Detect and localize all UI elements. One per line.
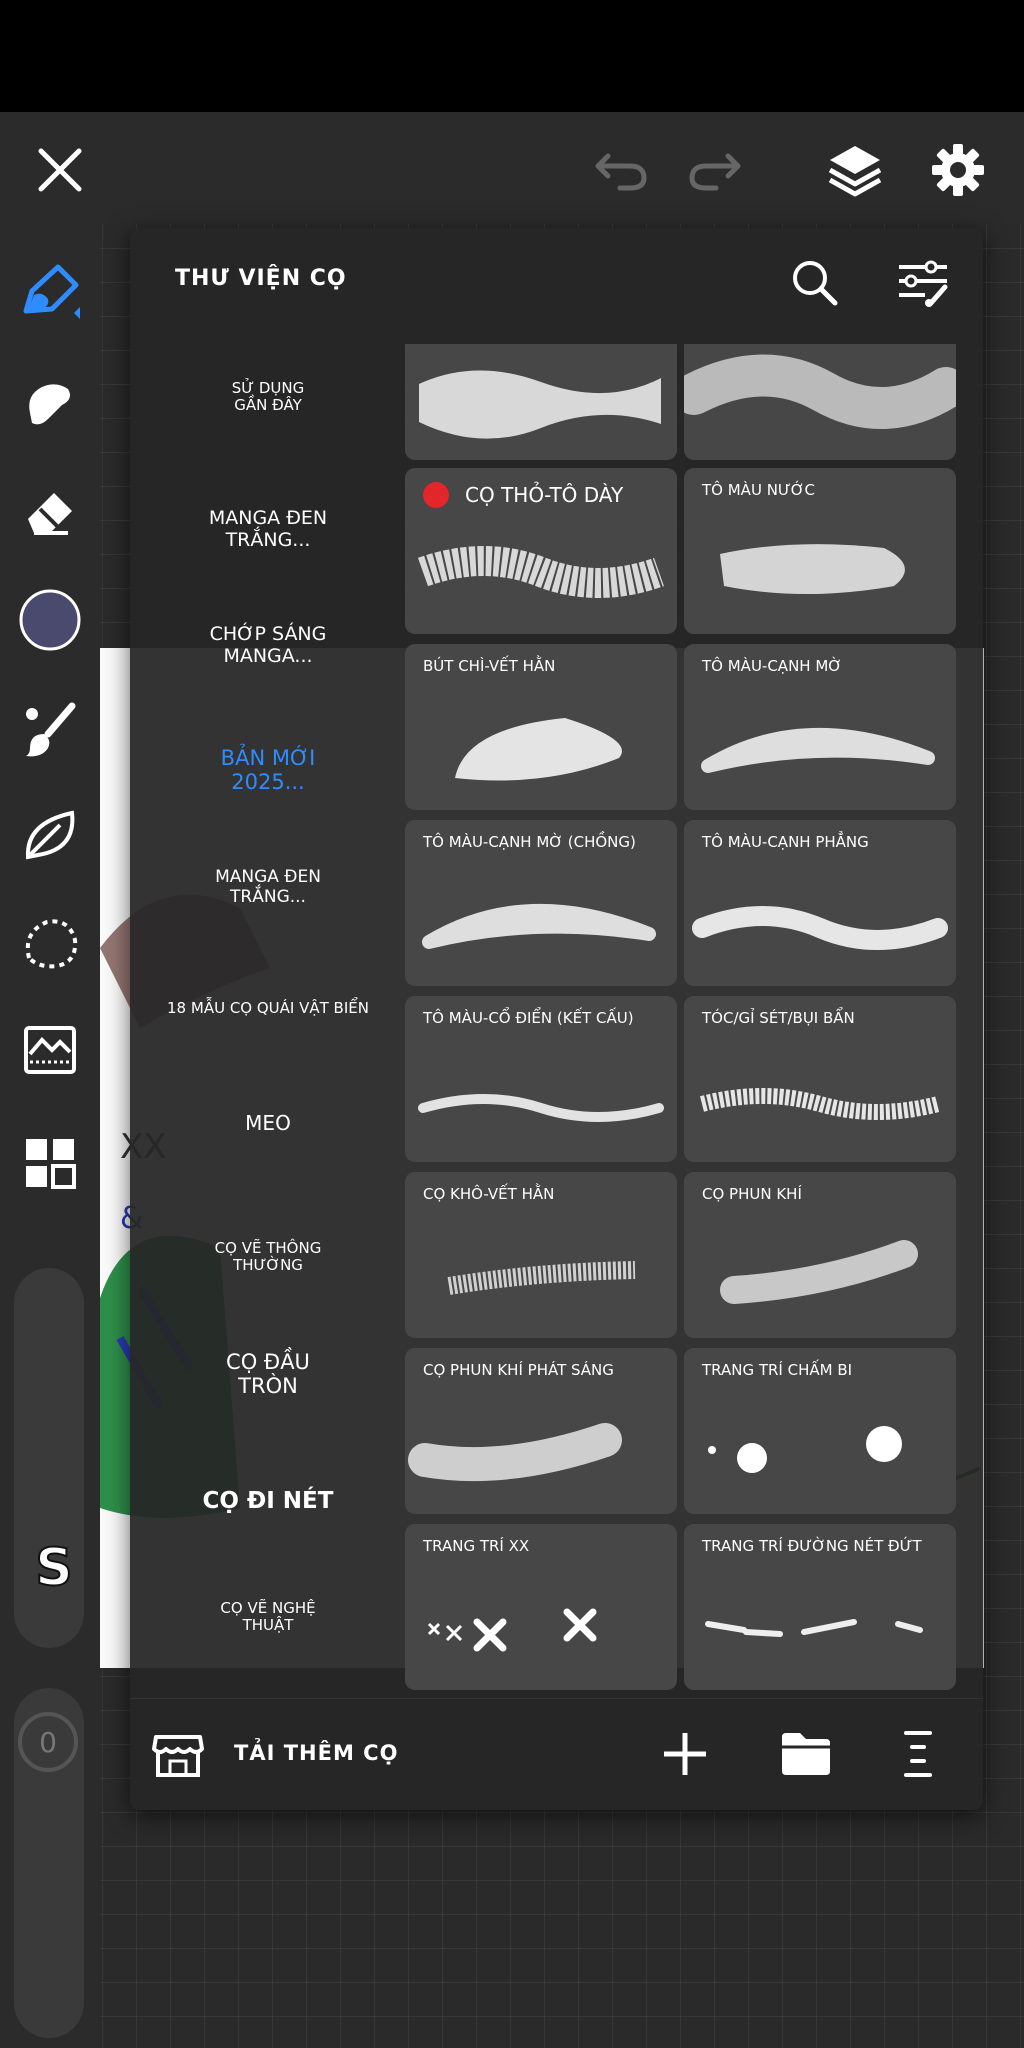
lasso-icon[interactable]	[15, 908, 85, 978]
brush-card[interactable]: TÔ MÀU-CẠNH MỜ (CHỒNG)	[405, 820, 677, 986]
opacity-value: 0	[18, 1712, 78, 1772]
brush-card-label: TÔ MÀU NƯỚC	[702, 481, 815, 499]
filter-icon[interactable]	[15, 1015, 85, 1085]
settings-gear-icon[interactable]	[928, 140, 988, 200]
gallery-icon[interactable]	[15, 1128, 85, 1198]
paint-brush-icon[interactable]	[15, 695, 85, 765]
brush-card[interactable]	[684, 344, 956, 460]
brush-card-label: CỌ PHUN KHÍ PHÁT SÁNG	[423, 1361, 614, 1379]
brush-card[interactable]: CỌ PHUN KHÍ PHÁT SÁNG	[405, 1348, 677, 1514]
leaf-icon[interactable]	[15, 800, 85, 870]
brush-card-label: TRANG TRÍ ĐƯỜNG NÉT ĐỨT	[702, 1537, 922, 1555]
brush-card[interactable]	[405, 344, 677, 460]
eraser-icon[interactable]	[15, 478, 85, 548]
category-item[interactable]: 18 MẪU CỌ QUÁI VẬT BIỂN	[138, 999, 398, 1017]
get-more-brushes-label[interactable]: TẢI THÊM CỌ	[234, 1741, 398, 1765]
menu-list-icon[interactable]	[900, 1729, 940, 1779]
slider-badge: S	[34, 1537, 73, 1599]
brush-card[interactable]: TÔ MÀU NƯỚC	[684, 468, 956, 634]
brush-card-label: BÚT CHÌ-VẾT HẰN	[423, 657, 556, 675]
brush-card[interactable]: CỌ THỎ-TÔ DÀY	[405, 468, 677, 634]
brush-card[interactable]: CỌ PHUN KHÍ	[684, 1172, 956, 1338]
brush-card-label: CỌ KHÔ-VẾT HẰN	[423, 1185, 555, 1203]
brush-card-label: TÔ MÀU-CẠNH MỜ	[702, 657, 842, 675]
category-item[interactable]: CỌ VẼ NGHỆ THUẬT	[208, 1599, 328, 1635]
store-icon[interactable]	[152, 1731, 206, 1781]
status-bar	[0, 0, 1024, 112]
folder-icon[interactable]	[778, 1729, 834, 1779]
brush-card[interactable]: CỌ KHÔ-VẾT HẰN	[405, 1172, 677, 1338]
search-icon[interactable]	[786, 254, 842, 310]
category-item[interactable]: CỌ VẼ THÔNG THƯỜNG	[203, 1239, 333, 1275]
add-icon[interactable]	[660, 1729, 710, 1779]
category-item[interactable]: BẢN MỚI 2025...	[198, 746, 338, 794]
panel-title: THƯ VIỆN CỌ	[175, 266, 347, 291]
brush-card[interactable]: TRANG TRÍ XX	[405, 1524, 677, 1690]
brush-card-label: TÓC/GỈ SÉT/BỤI BẨN	[702, 1009, 855, 1027]
close-icon[interactable]	[30, 140, 90, 200]
brush-card[interactable]: TÓC/GỈ SÉT/BỤI BẨN	[684, 996, 956, 1162]
undo-icon[interactable]	[592, 140, 652, 200]
category-item[interactable]: MANGA ĐEN TRẮNG...	[198, 867, 338, 907]
brush-card[interactable]: BÚT CHÌ-VẾT HẰN	[405, 644, 677, 810]
brush-card[interactable]: TRANG TRÍ CHẤM BI	[684, 1348, 956, 1514]
category-item[interactable]: MEO	[208, 1112, 328, 1135]
panel-footer: TẢI THÊM CỌ	[130, 1698, 983, 1811]
category-item[interactable]: CHỚP SÁNG MANGA...	[193, 623, 343, 668]
category-item[interactable]: CỌ ĐẦU TRÒN	[218, 1350, 318, 1398]
brush-library-panel: THƯ VIỆN CỌ SỬ DỤNG GẦN ĐÂY MANGA ĐEN TRẮ…	[130, 228, 983, 1810]
category-item[interactable]: SỬ DỤNG GẦN ĐÂY	[213, 379, 323, 415]
brush-pen-icon[interactable]	[15, 258, 85, 328]
brush-card-label: TRANG TRÍ XX	[423, 1537, 530, 1555]
brush-card-label: TÔ MÀU-CỔ ĐIỂN (KẾT CẤU)	[423, 1009, 634, 1027]
category-item[interactable]: CỌ ĐI NÉT	[168, 1488, 368, 1514]
brush-card-label: TÔ MÀU-CẠNH MỜ (CHỒNG)	[423, 833, 636, 851]
brush-card[interactable]: TÔ MÀU-CỔ ĐIỂN (KẾT CẤU)	[405, 996, 677, 1162]
brush-card[interactable]: TRANG TRÍ ĐƯỜNG NÉT ĐỨT	[684, 1524, 956, 1690]
brush-card-label: CỌ PHUN KHÍ	[702, 1185, 802, 1203]
brush-card-label: TRANG TRÍ CHẤM BI	[702, 1361, 853, 1379]
redo-icon[interactable]	[684, 140, 744, 200]
smudge-icon[interactable]	[15, 368, 85, 438]
brush-settings-icon[interactable]	[895, 254, 951, 310]
brush-card[interactable]: TÔ MÀU-CẠNH MỜ	[684, 644, 956, 810]
brush-card-label: CỌ THỎ-TÔ DÀY	[465, 483, 624, 507]
brush-card-label: TÔ MÀU-CẠNH PHẲNG	[702, 833, 869, 851]
brush-card[interactable]: TÔ MÀU-CẠNH PHẲNG	[684, 820, 956, 986]
category-item[interactable]: MANGA ĐEN TRẮNG...	[198, 507, 338, 552]
heart-icon	[423, 482, 449, 508]
layers-icon[interactable]	[825, 140, 885, 200]
color-swatch[interactable]	[15, 585, 85, 655]
